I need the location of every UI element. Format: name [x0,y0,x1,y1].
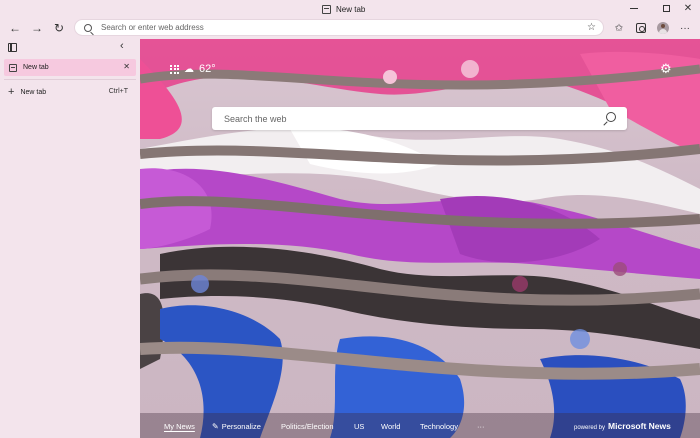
window-title-text: New tab [336,4,366,14]
powered-by-microsoft-news[interactable]: powered by Microsoft News [574,421,671,431]
toolbar: ← → ↻ ☆ ✩ ··· [0,17,700,39]
new-tab-page: ☁ 62° ⚙ My News ✎ Personalize Politics/E… [140,39,700,438]
title-bar: New tab ✕ [0,0,700,17]
web-search-input[interactable] [224,113,594,124]
add-favorite-icon[interactable]: ☆ [587,22,596,33]
new-tab-label: New tab [20,88,47,96]
vertical-tabs-panel: ‹ New tab ✕ + New tab Ctrl+T [0,39,140,438]
weather-widget[interactable]: ☁ 62° [170,63,216,75]
news-tab-my-news[interactable]: My News [164,422,195,431]
microsoft-news-brand: Microsoft News [608,421,671,431]
web-search-box[interactable] [212,107,627,130]
news-tab-personalize[interactable]: ✎ Personalize [212,422,261,431]
forward-button[interactable]: → [28,19,46,37]
pencil-icon: ✎ [212,422,219,431]
profile-button[interactable] [655,20,671,36]
new-tab-button[interactable]: + New tab Ctrl+T [4,84,136,100]
address-bar[interactable]: ☆ [74,19,604,36]
arrow-left-icon: ← [9,21,21,35]
reload-button[interactable]: ↻ [50,19,68,37]
page-icon [9,63,17,72]
news-more-icon[interactable]: ··· [477,422,485,431]
weather-temperature: 62° [199,63,216,75]
avatar [657,22,669,34]
favorites-icon: ✩ [614,22,624,34]
plus-icon: + [8,85,15,98]
new-tab-shortcut: Ctrl+T [108,88,128,95]
minimize-button[interactable] [620,0,648,17]
close-window-button[interactable]: ✕ [674,0,700,17]
favorites-button[interactable]: ✩ [611,20,627,36]
collections-button[interactable] [633,20,649,36]
news-tab-technology[interactable]: Technology [420,422,458,431]
tabs-divider [4,79,136,80]
tab-label: New tab [23,64,49,71]
page-settings-icon[interactable]: ⚙ [660,61,672,77]
reload-icon: ↻ [53,21,65,35]
maximize-icon [662,5,670,12]
close-icon: ✕ [683,3,693,14]
tab-actions-icon[interactable] [8,43,17,52]
arrow-right-icon: → [31,21,43,35]
search-icon [84,23,92,32]
close-tab-icon[interactable]: ✕ [123,62,130,71]
more-icon: ··· [680,22,690,34]
collapse-pane-icon[interactable]: ‹ [120,40,124,52]
minimize-icon [630,8,638,9]
address-input[interactable] [101,23,571,32]
background-image [140,39,700,438]
powered-by-label: powered by [574,425,606,431]
window-title: New tab [322,3,365,15]
news-tab-us[interactable]: US [354,422,364,431]
page-icon [322,4,331,14]
apps-grid-icon[interactable] [170,64,179,74]
news-bar: My News ✎ Personalize Politics/Election … [140,413,700,438]
personalize-label: Personalize [221,422,261,431]
news-tab-politics-election[interactable]: Politics/Election [281,422,334,431]
search-icon[interactable] [606,112,616,122]
tab-new-tab[interactable]: New tab ✕ [4,59,136,76]
back-button[interactable]: ← [6,19,24,37]
cloud-icon: ☁ [184,63,194,75]
news-tab-world[interactable]: World [381,422,400,431]
collections-icon [636,23,646,33]
settings-and-more-button[interactable]: ··· [677,20,693,36]
